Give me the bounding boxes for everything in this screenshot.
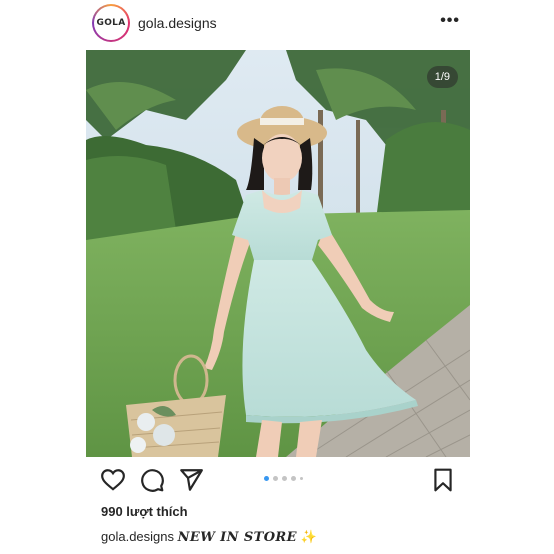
more-options-button[interactable]: ••• <box>440 12 460 30</box>
avatar[interactable]: GOLA <box>92 4 130 42</box>
bookmark-icon[interactable] <box>430 467 456 493</box>
image-counter: 1/9 <box>426 66 458 88</box>
caption-text: NEW IN STORE <box>177 530 297 545</box>
post-username[interactable]: gola.designs <box>138 15 217 31</box>
carousel-dot <box>291 476 296 481</box>
action-bar <box>86 462 470 498</box>
likes-count[interactable]: 990 lượt thích <box>101 504 188 519</box>
heart-icon[interactable] <box>100 467 126 493</box>
caption-username[interactable]: gola.designs <box>101 529 174 544</box>
avatar-logo: GOLA <box>96 18 126 28</box>
carousel-dot <box>264 476 269 481</box>
carousel-dot <box>300 477 303 480</box>
carousel-dot <box>282 476 287 481</box>
carousel-dot <box>273 476 278 481</box>
post-caption: gola.designs NEW IN STORE ✨ <box>101 529 317 545</box>
post-header: GOLA gola.designs ••• <box>86 0 470 50</box>
post-image <box>86 50 470 457</box>
share-icon[interactable] <box>178 467 204 493</box>
post-photo[interactable]: 1/9 <box>86 50 470 457</box>
carousel-indicator <box>264 476 303 481</box>
sparkles-emoji: ✨ <box>300 529 317 544</box>
comment-icon[interactable] <box>139 467 165 493</box>
